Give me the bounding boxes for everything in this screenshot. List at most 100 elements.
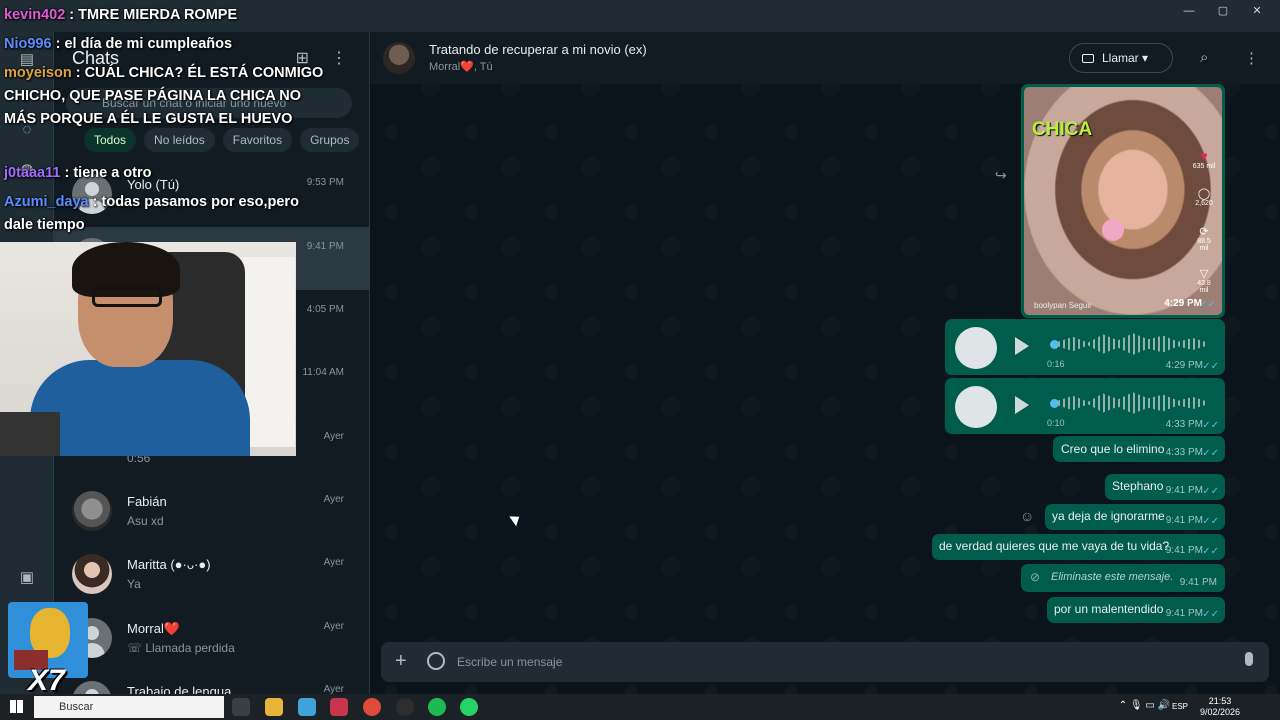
chat-name: Maritta (●·ᴗ·●) <box>127 557 211 572</box>
chat-row[interactable]: Maritta (●·ᴗ·●) Ya Ayer <box>54 543 369 606</box>
window-controls: — ▢ ✕ <box>1172 0 1274 24</box>
filter-favorites[interactable]: Favoritos <box>222 128 293 152</box>
microphone-icon[interactable] <box>1245 652 1253 666</box>
group-avatar[interactable] <box>383 42 415 74</box>
chat-time: 11:04 AM <box>302 367 344 378</box>
chat-list-title: Chats <box>72 48 120 68</box>
clock-time: 21:53 <box>1208 696 1232 706</box>
chat-name: Morral❤️ <box>127 621 181 636</box>
language-indicator[interactable]: ESP <box>1172 702 1188 711</box>
filter-unread[interactable]: No leídos <box>144 128 215 152</box>
play-icon[interactable] <box>1015 396 1029 414</box>
voice-message: 0:16 4:29 PM ✓✓ <box>945 319 1225 375</box>
play-icon[interactable] <box>1015 337 1029 355</box>
whatsapp-icon[interactable] <box>460 698 478 716</box>
share-count: ▽ 43.8 mil <box>1192 267 1216 294</box>
task-view-icon[interactable] <box>232 698 250 716</box>
member-rest: , Tú <box>473 61 493 73</box>
heart-icon: ❤️ <box>460 61 474 73</box>
chat-time: Ayer <box>323 494 344 505</box>
message-text: Eliminaste este mensaje. <box>1051 571 1174 583</box>
microphone-arm <box>0 412 60 456</box>
chat-name: Yolo (Tú) <box>127 177 180 192</box>
read-ticks-icon: ✓✓ <box>1199 299 1216 310</box>
read-ticks-icon: ✓✓ <box>1202 546 1219 557</box>
avatar <box>72 491 112 531</box>
filter-groups[interactable]: Grupos <box>300 128 360 152</box>
read-ticks-icon: ✓✓ <box>1202 448 1219 459</box>
share-icon: ▽ <box>1199 268 1209 280</box>
playback-dot[interactable] <box>1050 399 1059 408</box>
overlay-badge: X7 <box>28 664 65 697</box>
forward-icon[interactable]: ↪ <box>995 167 1007 184</box>
chat-time: 9:41 PM <box>306 241 344 252</box>
search-icon[interactable]: ⌕ <box>1200 49 1208 66</box>
conversation-members: Morral❤️, Tú <box>429 60 493 73</box>
missed-call-icon: ☏ <box>127 641 146 655</box>
menu-icon[interactable]: ⋮ <box>1244 49 1259 67</box>
emoji-react-icon[interactable]: ☺ <box>1020 508 1034 524</box>
chat-row[interactable]: Morral❤️ ☏ Llamada perdida Ayer <box>54 607 369 670</box>
maximize-button[interactable]: ▢ <box>1206 0 1240 24</box>
message-time: 4:33 PM <box>1165 419 1203 430</box>
attach-plus-icon[interactable]: + <box>395 650 407 672</box>
message-time: 4:29 PM <box>1165 360 1203 371</box>
message-time: 4:33 PM <box>1165 447 1203 458</box>
minimize-button[interactable]: — <box>1172 0 1206 24</box>
chat-time: Ayer <box>323 684 344 694</box>
glasses <box>92 287 162 307</box>
flower-icon <box>1102 219 1124 241</box>
chat-row[interactable]: Trabajo de lengua Ayer <box>54 670 369 694</box>
message-bubble: de verdad quieres que me vaya de tu vida… <box>932 534 1225 560</box>
file-explorer-icon[interactable] <box>265 698 283 716</box>
obs-icon[interactable] <box>396 698 414 716</box>
call-button[interactable]: Llamar ▾ <box>1069 43 1173 73</box>
shared-post[interactable]: CHICA ♥ 635 mil ◯ 2,620 ⟳ 88.5 mil ▽ 43.8 mi… <box>1021 84 1225 318</box>
streamer-shirt <box>30 360 250 456</box>
taskbar-search[interactable]: Buscar <box>34 696 224 718</box>
window-title-bar: — ▢ ✕ <box>0 0 1280 32</box>
chat-search-input[interactable]: Buscar un chat o iniciar uno nuevo <box>66 88 352 118</box>
heart-icon: ♥ <box>1200 149 1208 163</box>
chat-time: 4:05 PM <box>306 304 344 315</box>
avatar <box>72 554 112 594</box>
chat-filters: Todos No leídos Favoritos Grupos <box>84 128 360 152</box>
comment-icon: ◯ <box>1197 188 1211 200</box>
filter-all[interactable]: Todos <box>84 128 137 152</box>
post-image[interactable]: CHICA ♥ 635 mil ◯ 2,620 ⟳ 88.5 mil ▽ 43.8 mi… <box>1024 87 1222 315</box>
status-icon[interactable]: ◌ <box>17 120 37 140</box>
chat-preview: ☏ Llamada perdida <box>127 641 235 655</box>
conversation-title[interactable]: Tratando de recuperar a mi novio (ex) <box>429 42 647 57</box>
message-input[interactable]: Escribe un mensaje <box>457 655 562 669</box>
menu-icon[interactable]: ⋮ <box>331 48 347 68</box>
store-icon[interactable] <box>298 698 316 716</box>
close-button[interactable]: ✕ <box>1240 0 1274 24</box>
conversation-panel: Tratando de recuperar a mi novio (ex) Mo… <box>371 32 1280 694</box>
waveform[interactable] <box>1058 392 1208 414</box>
spotify-icon[interactable] <box>428 698 446 716</box>
deleted-message: ⊘ Eliminaste este mensaje. 9:41 PM <box>1021 564 1225 592</box>
system-tray-icons[interactable]: ⌃ 🎙 ▭ 🔊 <box>1119 700 1170 711</box>
read-ticks-icon: ✓✓ <box>1202 609 1219 620</box>
new-chat-icon[interactable]: ⊞ <box>296 48 309 68</box>
waveform[interactable] <box>1058 333 1208 355</box>
chat-row[interactable]: Fabián Asu xd Ayer <box>54 480 369 543</box>
clock[interactable]: 21:53 9/02/2026 <box>1200 696 1240 718</box>
sticker-icon[interactable] <box>427 652 445 670</box>
app-icon[interactable] <box>330 698 348 716</box>
voice-duration: 0:10 <box>1047 418 1065 428</box>
chat-time: 9:53 PM <box>306 177 344 188</box>
post-overlay-text: CHICA <box>1032 119 1093 140</box>
windows-start-icon[interactable] <box>10 700 23 713</box>
chat-preview: Ya <box>127 577 141 591</box>
channels-icon[interactable]: ◍ <box>17 160 37 180</box>
chrome-icon[interactable] <box>363 698 381 716</box>
chat-row[interactable]: Yolo (Tú) 9:53 PM <box>54 163 369 226</box>
read-ticks-icon: ✓✓ <box>1202 420 1219 431</box>
video-call-icon <box>1082 54 1094 63</box>
media-icon[interactable]: ▣ <box>17 568 37 588</box>
playback-dot[interactable] <box>1050 340 1059 349</box>
chat-name: Trabajo de lengua <box>127 684 232 694</box>
taskbar: Buscar ⌃ 🎙 ▭ 🔊 ESP 21:53 9/02/2026 <box>0 694 1280 720</box>
chats-icon[interactable]: ▤ <box>17 50 37 70</box>
